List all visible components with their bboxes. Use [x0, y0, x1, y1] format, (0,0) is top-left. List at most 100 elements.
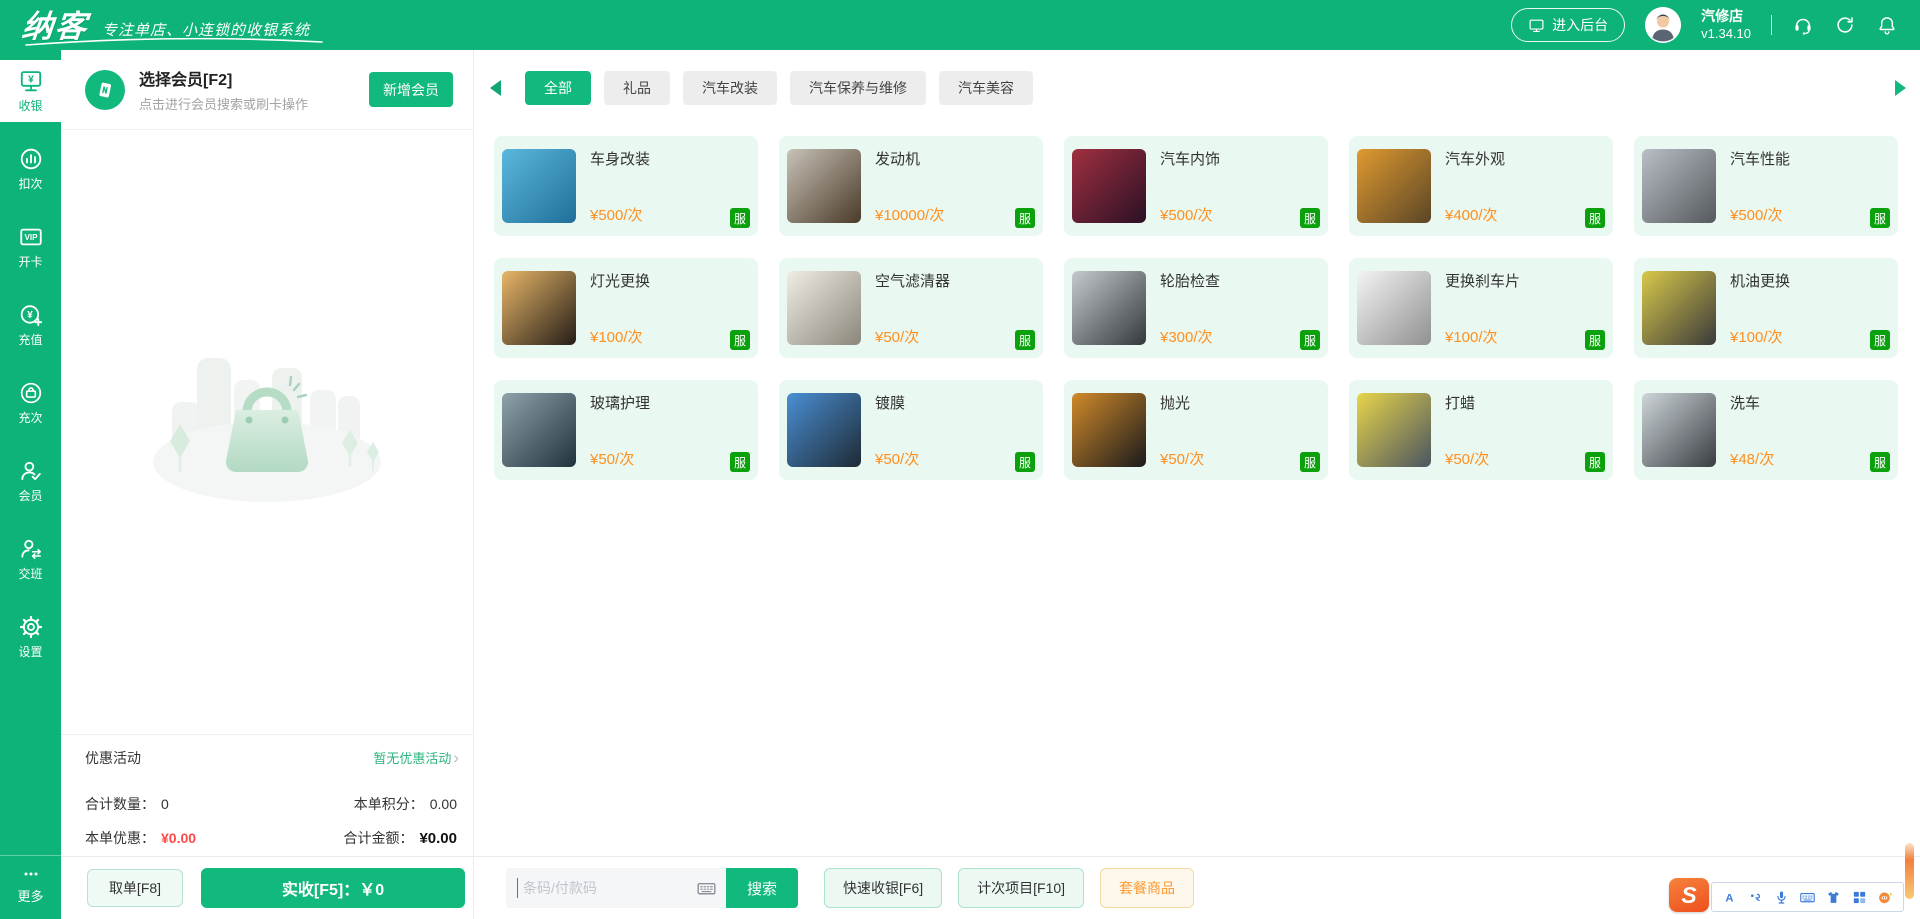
toolbox-icon[interactable] [1851, 889, 1868, 906]
next-category-arrow[interactable] [1895, 80, 1906, 96]
category-tab[interactable]: 汽车保养与维修 [790, 71, 926, 105]
sidebar-item[interactable]: 会员 [0, 450, 61, 512]
service-badge: 服 [1585, 452, 1605, 472]
ime-lang-icon[interactable]: A [1721, 889, 1738, 906]
product-price: ¥48/次 [1730, 448, 1774, 469]
product-card[interactable]: 抛光 ¥50/次 服 [1064, 380, 1328, 480]
product-card[interactable]: 发动机 ¥10000/次 服 [779, 136, 1043, 236]
shift-handover-icon [18, 536, 44, 562]
product-card[interactable]: 玻璃护理 ¥50/次 服 [494, 380, 758, 480]
product-card[interactable]: 打蜡 ¥50/次 服 [1349, 380, 1613, 480]
product-name: 轮胎检查 [1160, 270, 1220, 291]
chevron-right-icon: › [453, 751, 459, 764]
product-card[interactable]: 灯光更换 ¥100/次 服 [494, 258, 758, 358]
promo-row: 优惠活动 暂无优惠活动 › [61, 734, 473, 780]
totals-row-2: 本单优惠：¥0.00 合计金额：¥0.00 [85, 828, 457, 848]
sogou-logo[interactable]: S [1669, 878, 1709, 912]
hold-order-button[interactable]: 取单[F8] [87, 869, 183, 907]
product-name: 灯光更换 [590, 270, 650, 291]
add-member-button[interactable]: 新增会员 [369, 72, 453, 107]
sidebar-item-label: 充值 [18, 331, 42, 348]
sidebar-item-label: 开卡 [18, 253, 42, 270]
sidebar-item-label: 会员 [18, 487, 42, 504]
logo-underline-swoosh [24, 37, 324, 47]
customer-service-icon[interactable] [1792, 14, 1814, 36]
service-badge: 服 [1300, 208, 1320, 228]
product-card[interactable]: 汽车内饰 ¥500/次 服 [1064, 136, 1328, 236]
count-item-button[interactable]: 计次项目[F10] [958, 868, 1084, 908]
sidebar-item[interactable]: 交班 [0, 528, 61, 590]
sidebar-item[interactable]: VIP 开卡 [0, 216, 61, 278]
product-name: 空气滤清器 [875, 270, 950, 291]
category-tab[interactable]: 全部 [525, 71, 591, 105]
product-name: 更换刹车片 [1445, 270, 1520, 291]
sidebar-item-more[interactable]: 更多 [0, 855, 61, 919]
product-price: ¥500/次 [590, 204, 643, 225]
prev-category-arrow[interactable] [490, 80, 501, 96]
bell-icon[interactable] [1876, 14, 1898, 36]
product-card[interactable]: 更换刹车片 ¥100/次 服 [1349, 258, 1613, 358]
svg-text:VIP: VIP [24, 233, 38, 242]
sidebar-item[interactable]: 扣次 [0, 138, 61, 200]
assistant-icon[interactable] [1877, 889, 1894, 906]
skin-icon[interactable] [1825, 889, 1842, 906]
product-card[interactable]: 汽车外观 ¥400/次 服 [1349, 136, 1613, 236]
product-image [1357, 271, 1431, 345]
select-member-subtitle: 点击进行会员搜索或刷卡操作 [139, 94, 308, 113]
barcode-input[interactable] [506, 868, 726, 908]
sync-icon[interactable] [1834, 14, 1856, 36]
product-card[interactable]: 镀膜 ¥50/次 服 [779, 380, 1043, 480]
select-member-area[interactable]: 选择会员[F2] 点击进行会员搜索或刷卡操作 新增会员 [61, 50, 473, 130]
mic-icon[interactable] [1773, 889, 1790, 906]
svg-text:A: A [1725, 892, 1733, 904]
store-info: 汽修店 v1.34.10 [1701, 8, 1751, 42]
sidebar-item[interactable]: 充次 [0, 372, 61, 434]
quick-cash-button[interactable]: 快速收银[F6] [824, 868, 942, 908]
product-card[interactable]: 机油更换 ¥100/次 服 [1634, 258, 1898, 358]
amount-value: ¥0.00 [419, 830, 457, 847]
enter-backstage-button[interactable]: 进入后台 [1511, 8, 1625, 42]
service-badge: 服 [730, 452, 750, 472]
product-card[interactable]: 洗车 ¥48/次 服 [1634, 380, 1898, 480]
product-image [1357, 393, 1431, 467]
discount-value: ¥0.00 [161, 830, 196, 846]
product-image [1072, 149, 1146, 223]
category-tab[interactable]: 汽车美容 [939, 71, 1033, 105]
recharge-times-icon [18, 380, 44, 406]
barcode-search-group: 搜索 [506, 868, 798, 908]
store-name: 汽修店 [1701, 8, 1751, 25]
amount-label: 合计金额： [343, 828, 413, 848]
service-badge: 服 [1585, 330, 1605, 350]
sidebar-item[interactable]: 设置 [0, 606, 61, 668]
pay-button[interactable]: 实收[F5]：￥0 [201, 868, 465, 908]
product-card[interactable]: 车身改装 ¥500/次 服 [494, 136, 758, 236]
ime-punct-icon[interactable] [1747, 889, 1764, 906]
promo-value-link[interactable]: 暂无优惠活动 › [373, 748, 459, 767]
category-tab[interactable]: 汽车改装 [683, 71, 777, 105]
deduct-count-icon [18, 146, 44, 172]
product-card[interactable]: 汽车性能 ¥500/次 服 [1634, 136, 1898, 236]
checkout-actions: 取单[F8] 实收[F5]：￥0 [61, 856, 473, 919]
product-card[interactable]: 轮胎检查 ¥300/次 服 [1064, 258, 1328, 358]
product-image [787, 149, 861, 223]
sidebar-item[interactable]: ¥ 收银 [0, 60, 61, 122]
sidebar-item[interactable]: ¥ 充值 [0, 294, 61, 356]
more-label: 更多 [17, 886, 43, 905]
ime-toolbar: S A [1669, 878, 1904, 912]
product-image [1357, 149, 1431, 223]
order-totals: 合计数量：0 本单积分：0.00 本单优惠：¥0.00 合计金额：¥0.00 [85, 780, 457, 848]
product-name: 打蜡 [1445, 392, 1475, 413]
ime-keyboard-icon[interactable] [1799, 889, 1816, 906]
product-image [1642, 149, 1716, 223]
sidebar-item-label: 充次 [18, 409, 42, 426]
search-button[interactable]: 搜索 [726, 868, 798, 908]
keyboard-icon[interactable] [696, 878, 717, 899]
category-tab[interactable]: 礼品 [604, 71, 670, 105]
brand-logo: 纳客 专注单店、小连锁的收银系统 [22, 0, 310, 50]
avatar[interactable] [1645, 7, 1681, 43]
combo-goods-button[interactable]: 套餐商品 [1100, 868, 1194, 908]
product-price: ¥100/次 [1730, 326, 1783, 347]
category-tabs-row: 全部 礼品 汽车改装 汽车保养与维修 汽车美容 [490, 71, 1906, 105]
scrollbar-thumb[interactable] [1905, 843, 1914, 899]
product-card[interactable]: 空气滤清器 ¥50/次 服 [779, 258, 1043, 358]
